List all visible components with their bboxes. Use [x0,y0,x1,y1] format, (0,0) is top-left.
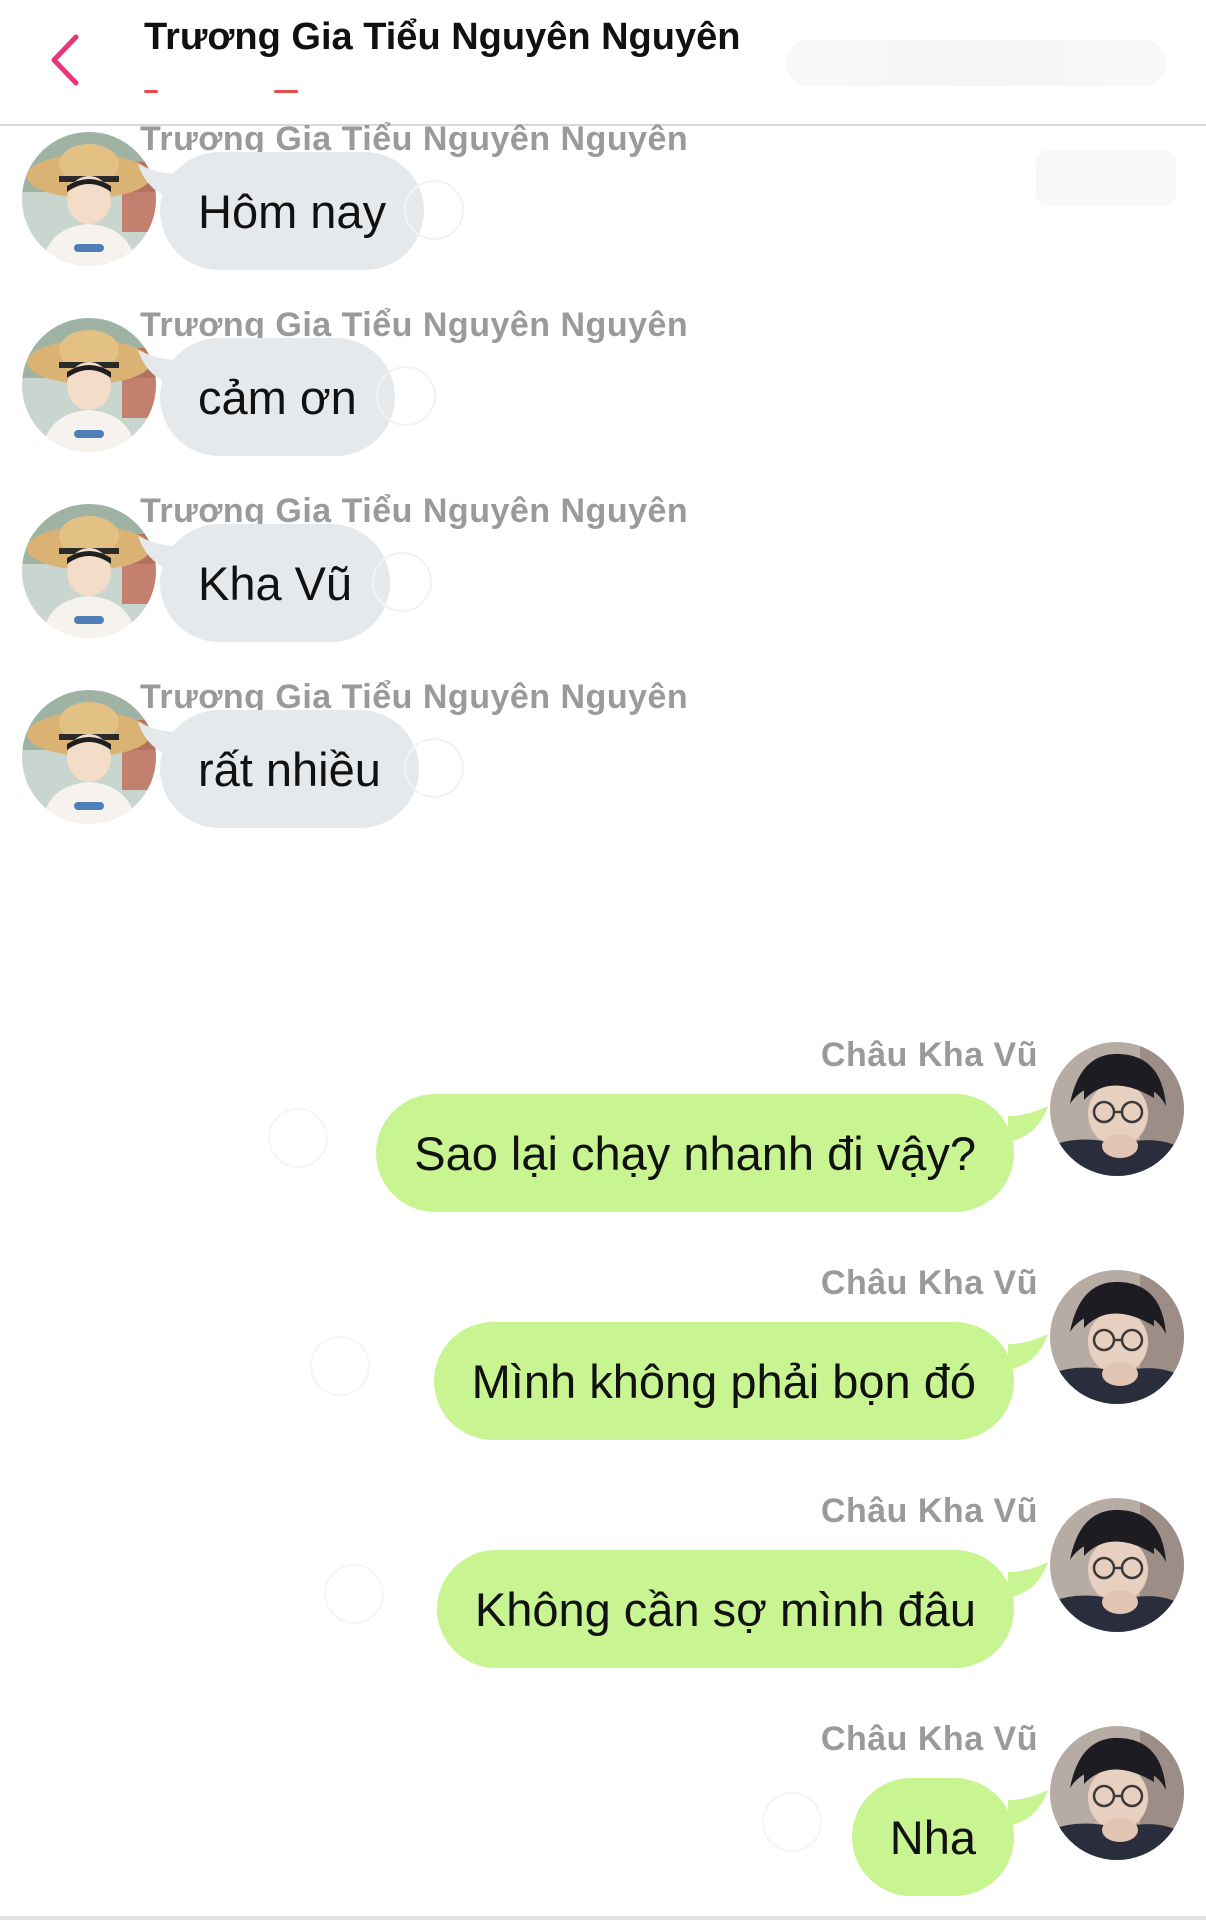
message-bubble[interactable]: rất nhiều [160,710,419,828]
avatar[interactable] [22,690,156,824]
message-bubble[interactable]: Nha [851,1778,1014,1896]
avatar-glasses-icon [1050,1498,1184,1632]
bubble-tail [1008,1562,1048,1598]
avatar-straw-hat-icon [22,318,156,452]
reaction-placeholder [268,1108,328,1168]
reaction-placeholder [404,738,464,798]
avatar-straw-hat-icon [22,504,156,638]
avatar[interactable] [22,132,156,266]
reaction-placeholder [372,552,432,612]
message-bubble[interactable]: cảm ơn [160,338,395,456]
avatar-glasses-icon [1050,1270,1184,1404]
avatar[interactable] [1050,1042,1184,1176]
chat-header: Trương Gia Tiểu Nguyên Nguyên [0,0,1206,126]
avatar[interactable] [22,318,156,452]
sender-name: Châu Kha Vũ [820,1264,1038,1302]
bubble-tail [1008,1106,1048,1142]
sender-name: Châu Kha Vũ [820,1492,1038,1530]
reaction-placeholder [404,180,464,240]
message-bubble[interactable]: Không cần sợ mình đâu [436,1550,1014,1668]
bubble-tail [1008,1790,1048,1826]
avatar-straw-hat-icon [22,132,156,266]
reaction-placeholder [310,1336,370,1396]
avatar[interactable] [1050,1726,1184,1860]
avatar[interactable] [1050,1270,1184,1404]
reaction-placeholder [762,1792,822,1852]
background-smudge [1036,150,1176,206]
header-decoration [144,90,304,96]
avatar-straw-hat-icon [22,690,156,824]
message-bubble[interactable]: Kha Vũ [160,524,391,642]
header-actions-area[interactable] [786,40,1166,86]
avatar[interactable] [22,504,156,638]
avatar[interactable] [1050,1498,1184,1632]
sender-name: Châu Kha Vũ [820,1720,1038,1758]
avatar-glasses-icon [1050,1726,1184,1860]
message-bubble[interactable]: Hôm nay [160,152,425,270]
avatar-glasses-icon [1050,1042,1184,1176]
chevron-left-icon [51,34,79,86]
back-button[interactable] [40,30,90,90]
reaction-placeholder [324,1564,384,1624]
bottom-divider [0,1916,1206,1920]
sender-name: Châu Kha Vũ [820,1036,1038,1074]
message-bubble[interactable]: Sao lại chạy nhanh đi vậy? [376,1094,1014,1212]
reaction-placeholder [376,366,436,426]
bubble-tail [1008,1334,1048,1370]
message-bubble[interactable]: Mình không phải bọn đó [433,1322,1014,1440]
chat-title: Trương Gia Tiểu Nguyên Nguyên [144,16,741,58]
